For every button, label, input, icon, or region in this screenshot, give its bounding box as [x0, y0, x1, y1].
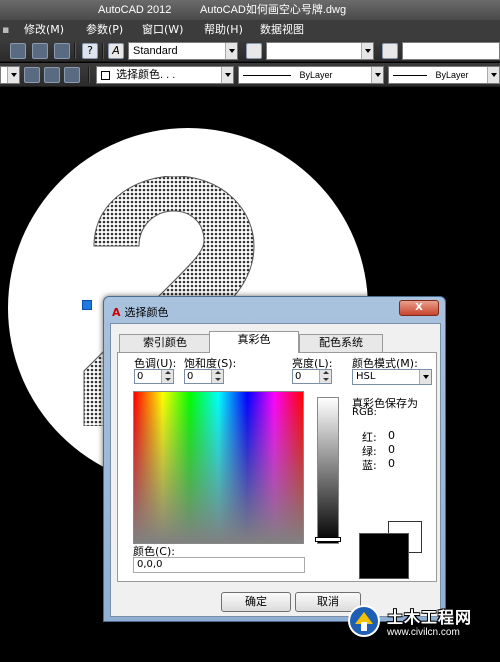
watermark-title: 土木工程网 [387, 608, 473, 627]
color-control-value: 选择颜色. . . [116, 69, 176, 81]
dimension-style-combo[interactable] [266, 42, 374, 60]
color-model-value: HSL [356, 371, 376, 382]
toolbar-separator [74, 43, 76, 59]
autocad-logo-icon: A [112, 306, 121, 319]
luminance-slider-handle[interactable] [315, 537, 341, 542]
civilcn-logo-icon [348, 605, 380, 637]
blue-label: 蓝: [362, 459, 377, 472]
saturation-value: 0 [187, 371, 194, 382]
color-swatch-icon [101, 70, 110, 80]
paste-icon[interactable] [10, 43, 26, 59]
color-model-combo[interactable]: HSL [352, 369, 432, 385]
help-icon[interactable]: ? [82, 43, 98, 59]
layer-state-icon[interactable] [24, 67, 40, 83]
lineweight-value: ByLayer [435, 70, 469, 80]
properties-toolbar: 选择颜色. . . ByLayer ByLayer [0, 63, 500, 87]
menu-bar: ▪ 修改(M) 参数(P) 窗口(W) 帮助(H) 数据视图 [0, 20, 500, 40]
hue-spinner[interactable]: 0 [134, 369, 174, 384]
layer-previous-icon[interactable] [64, 67, 80, 83]
text-style-combo[interactable]: Standard [128, 42, 238, 60]
red-value: 0 [388, 429, 395, 442]
hue-saturation-spectrum[interactable] [133, 391, 304, 544]
text-style-value: Standard [133, 45, 178, 57]
toolbar-separator [102, 43, 104, 59]
spin-arrows-icon[interactable] [319, 370, 331, 383]
true-color-pane: 色调(U): 0 饱和度(S): 0 亮度(L): 0 颜色模式(M): HSL… [117, 352, 437, 582]
luminance-slider[interactable] [317, 397, 339, 544]
tab-color-books[interactable]: 配色系统 [299, 334, 383, 352]
luminance-value: 0 [295, 371, 302, 382]
toolbar-separator [88, 67, 90, 83]
luminance-spinner[interactable]: 0 [292, 369, 332, 384]
standard-toolbar: ? A Standard [0, 40, 500, 62]
menu-modify[interactable]: 修改(M) [22, 20, 66, 40]
menu-window[interactable]: 窗口(W) [140, 20, 185, 40]
rgb-label: RGB: [352, 407, 377, 418]
tab-true-color[interactable]: 真彩色 [209, 331, 299, 353]
spin-arrows-icon[interactable] [161, 370, 173, 383]
match-properties-icon[interactable] [32, 43, 48, 59]
lineweight-sample [393, 75, 427, 77]
make-current-layer-icon[interactable] [44, 67, 60, 83]
chevron-down-icon[interactable] [371, 67, 383, 83]
color-field-input[interactable]: 0,0,0 [133, 557, 305, 573]
green-value: 0 [388, 443, 395, 456]
menu-edge-icon: ▪ [2, 23, 10, 36]
watermark-url: www.civilcn.com [387, 627, 460, 638]
title-bar: AutoCAD 2012 AutoCAD如何画空心号牌.dwg [0, 0, 500, 20]
menu-parameters[interactable]: 参数(P) [84, 20, 125, 40]
text-style-icon[interactable]: A [108, 43, 124, 59]
chevron-down-icon[interactable] [487, 67, 499, 83]
autocad-window: AutoCAD 2012 AutoCAD如何画空心号牌.dwg ▪ 修改(M) … [0, 0, 500, 662]
menu-data-view[interactable]: 数据视图 [258, 20, 306, 40]
hue-value: 0 [137, 371, 144, 382]
ok-button[interactable]: 确定 [221, 592, 291, 612]
chevron-down-icon[interactable] [225, 43, 237, 59]
lineweight-combo[interactable]: ByLayer [388, 66, 500, 84]
layer-combo-tail[interactable] [0, 66, 20, 84]
linetype-combo[interactable]: ByLayer [238, 66, 384, 84]
dialog-body: 索引颜色 真彩色 配色系统 色调(U): 0 饱和度(S): 0 亮度(L): … [110, 323, 441, 617]
close-button[interactable]: X [399, 300, 439, 316]
document-title: AutoCAD如何画空心号牌.dwg [200, 4, 347, 16]
linetype-value: ByLayer [299, 70, 333, 80]
menu-help[interactable]: 帮助(H) [202, 20, 245, 40]
dialog-title: 选择颜色 [124, 306, 169, 319]
color-field-value: 0,0,0 [137, 559, 163, 570]
calculator-icon[interactable] [54, 43, 70, 59]
new-color-swatch [359, 533, 409, 579]
chevron-down-icon[interactable] [7, 67, 19, 83]
table-style-icon[interactable] [382, 43, 398, 59]
tab-index-color[interactable]: 索引颜色 [119, 334, 211, 352]
saturation-spinner[interactable]: 0 [184, 369, 224, 384]
color-control-combo[interactable]: 选择颜色. . . [96, 66, 234, 84]
linetype-sample [243, 75, 291, 77]
chevron-down-icon[interactable] [221, 67, 233, 83]
blue-value: 0 [388, 457, 395, 470]
dialog-title-bar: A 选择颜色 [112, 304, 169, 320]
dimension-style-icon[interactable] [246, 43, 262, 59]
chevron-down-icon[interactable] [361, 43, 373, 59]
chevron-down-icon[interactable] [419, 370, 431, 384]
app-title: AutoCAD 2012 [98, 4, 172, 16]
select-color-dialog: A 选择颜色 X 索引颜色 真彩色 配色系统 色调(U): 0 饱和度(S): 0… [103, 296, 446, 622]
selection-grip[interactable] [82, 300, 92, 310]
site-watermark: 土木工程网 www.civilcn.com [345, 600, 495, 648]
table-style-combo[interactable] [402, 42, 500, 60]
spin-arrows-icon[interactable] [211, 370, 223, 383]
